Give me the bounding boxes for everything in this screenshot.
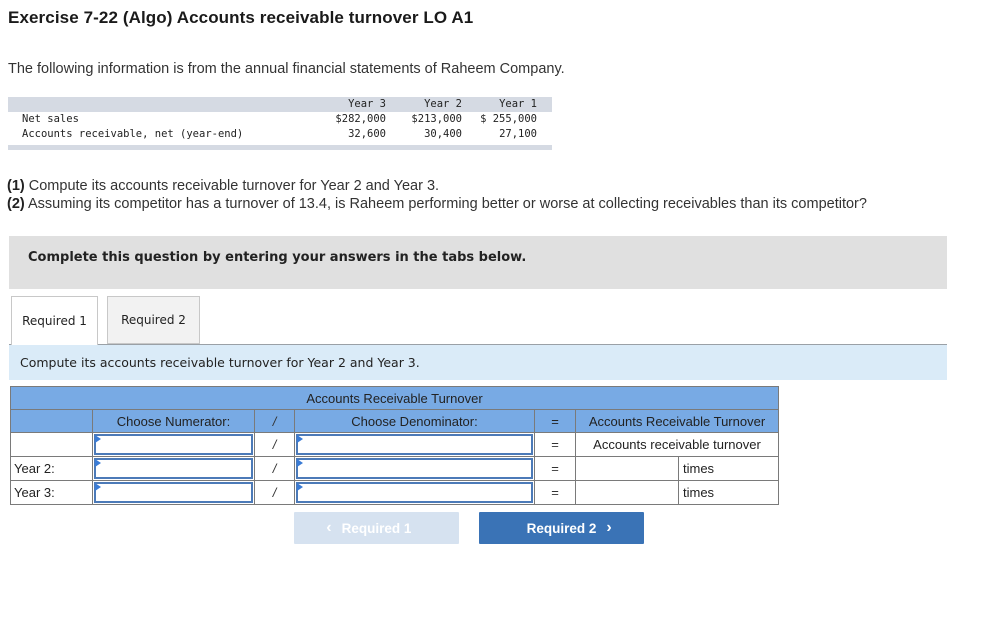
- denominator-cell: [294, 480, 535, 505]
- result-cell: [575, 456, 679, 481]
- exercise-title: Exercise 7-22 (Algo) Accounts receivable…: [8, 8, 474, 27]
- financial-footer-bar: [8, 145, 552, 150]
- dropdown-flag-icon: [297, 435, 303, 443]
- grid-row-formula: / = Accounts receivable turnover: [10, 432, 779, 457]
- equals-sign: =: [534, 456, 576, 481]
- dropdown-flag-icon: [297, 483, 303, 491]
- header-denominator: Choose Denominator:: [294, 409, 535, 433]
- divide-sign: /: [254, 456, 295, 481]
- value-year-1: $ 255,000: [480, 113, 537, 125]
- denominator-input-year-3[interactable]: [296, 482, 533, 503]
- prev-button-label: Required 1: [341, 520, 412, 536]
- instruction-banner: Complete this question by entering your …: [9, 236, 947, 289]
- dropdown-flag-icon: [95, 483, 101, 491]
- question-text: Compute its accounts receivable turnover…: [24, 178, 440, 194]
- result-cell: [575, 480, 679, 505]
- financial-data-table: Year 3 Year 2 Year 1 Net sales $282,000 …: [8, 97, 552, 150]
- header-numerator: Choose Numerator:: [92, 409, 255, 433]
- equals-sign: =: [534, 480, 576, 505]
- row-label: Accounts receivable, net (year-end): [22, 128, 244, 140]
- grid-row-year-2: Year 2: / = times: [10, 456, 779, 481]
- equals-sign: =: [534, 432, 576, 457]
- divide-sign: /: [254, 480, 295, 505]
- header-year-2: Year 2: [424, 98, 462, 110]
- prev-required-1-button[interactable]: ‹ Required 1 ‹: [294, 512, 459, 544]
- next-required-2-button[interactable]: › Required 2 ›: [479, 512, 644, 544]
- row-label: Year 3:: [10, 480, 93, 505]
- tab-prompt-bar: Compute its accounts receivable turnover…: [9, 344, 947, 380]
- denominator-cell: [294, 456, 535, 481]
- question-text: Assuming its competitor has a turnover o…: [24, 196, 867, 212]
- chevron-right-icon: ›: [606, 519, 612, 536]
- row-label: Net sales: [22, 113, 79, 125]
- header-year-3: Year 3: [348, 98, 386, 110]
- dropdown-flag-icon: [95, 435, 101, 443]
- chevron-left-icon: ‹: [326, 519, 332, 536]
- result-label: Accounts receivable turnover: [575, 432, 779, 457]
- instruction-text: Complete this question by entering your …: [28, 250, 527, 265]
- numerator-select[interactable]: [94, 434, 253, 455]
- turnover-answer-grid: Accounts Receivable Turnover Choose Nume…: [10, 386, 779, 505]
- tab-required-2[interactable]: Required 2: [107, 296, 200, 344]
- question-number: (1): [7, 178, 25, 194]
- unit-label: times: [678, 456, 779, 481]
- question-1: (1) Compute its accounts receivable turn…: [7, 178, 439, 194]
- value-year-2: $213,000: [411, 113, 462, 125]
- tab-prompt-text: Compute its accounts receivable turnover…: [20, 355, 420, 370]
- denominator-cell: [294, 432, 535, 457]
- denominator-select[interactable]: [296, 434, 533, 455]
- next-button-label: Required 2: [526, 520, 597, 536]
- numerator-input-year-2[interactable]: [94, 458, 253, 479]
- value-year-3: $282,000: [335, 113, 386, 125]
- turnover-input-year-2[interactable]: [576, 457, 678, 480]
- denominator-input-year-2[interactable]: [296, 458, 533, 479]
- header-year-1: Year 1: [499, 98, 537, 110]
- numerator-cell: [92, 480, 255, 505]
- question-number: (2): [7, 196, 25, 212]
- divide-sign: /: [254, 432, 295, 457]
- dropdown-flag-icon: [95, 459, 101, 467]
- intro-text: The following information is from the an…: [8, 61, 565, 77]
- dropdown-flag-icon: [297, 459, 303, 467]
- turnover-input-year-3[interactable]: [576, 481, 678, 504]
- numerator-cell: [92, 432, 255, 457]
- unit-label: times: [678, 480, 779, 505]
- numerator-cell: [92, 456, 255, 481]
- financial-header-row: Year 3 Year 2 Year 1: [8, 97, 552, 112]
- header-blank: [10, 409, 93, 433]
- financial-row-accounts-receivable: Accounts receivable, net (year-end) 32,6…: [8, 127, 552, 142]
- tab-required-1[interactable]: Required 1: [11, 296, 98, 345]
- row-label: [10, 432, 93, 457]
- value-year-3: 32,600: [348, 128, 386, 140]
- header-equals: =: [534, 409, 576, 433]
- header-result: Accounts Receivable Turnover: [575, 409, 779, 433]
- value-year-2: 30,400: [424, 128, 462, 140]
- question-2: (2) Assuming its competitor has a turnov…: [7, 196, 867, 212]
- financial-row-net-sales: Net sales $282,000 $213,000 $ 255,000: [8, 112, 552, 127]
- grid-row-year-3: Year 3: / = times: [10, 480, 779, 505]
- grid-caption: Accounts Receivable Turnover: [10, 386, 779, 410]
- header-divide: /: [254, 409, 295, 433]
- value-year-1: 27,100: [499, 128, 537, 140]
- numerator-input-year-3[interactable]: [94, 482, 253, 503]
- row-label: Year 2:: [10, 456, 93, 481]
